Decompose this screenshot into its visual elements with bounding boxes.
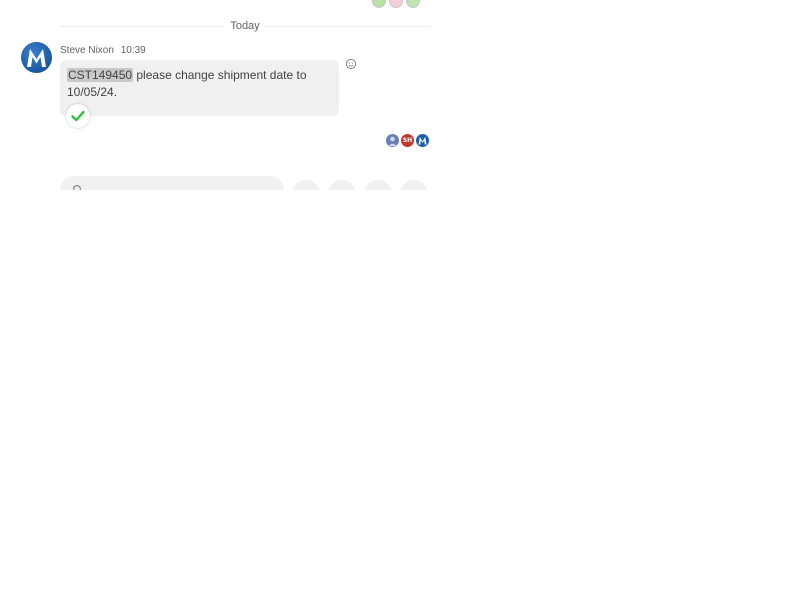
search-icon: [73, 185, 81, 190]
reference-highlight[interactable]: CST149450: [67, 68, 134, 82]
previous-reactions[interactable]: [372, 0, 420, 8]
message-body: CST149450 please change shipment date to…: [67, 67, 327, 101]
reaction-avatar-2: [389, 0, 403, 8]
reader-avatar: [416, 134, 429, 147]
person-icon: [388, 136, 397, 146]
compose-action-button-2[interactable]: [328, 180, 356, 190]
avatar[interactable]: [21, 42, 52, 73]
read-receipts[interactable]: SH: [386, 134, 429, 147]
status-badge: [66, 104, 90, 128]
compose-box[interactable]: [60, 176, 284, 190]
company-logo-icon: [418, 137, 427, 145]
reaction-avatar-3: [406, 0, 420, 8]
sender-name[interactable]: Steve Nixon: [60, 45, 114, 56]
smiley-icon: [345, 58, 357, 70]
add-reaction-button[interactable]: [345, 58, 357, 70]
date-separator: Today: [60, 18, 430, 34]
message-time: 10:39: [120, 45, 146, 56]
compose-action-button-1[interactable]: [292, 180, 320, 190]
reaction-avatar-1: [372, 0, 386, 8]
date-separator-label: Today: [224, 18, 266, 34]
compose-icon: [72, 184, 84, 190]
message-bubble[interactable]: CST149450 please change shipment date to…: [60, 60, 339, 116]
message-header: Steve Nixon 10:39: [60, 44, 146, 57]
compose-action-button-3[interactable]: [364, 180, 392, 190]
reader-initials: SH: [402, 137, 413, 144]
company-logo-icon: [27, 49, 46, 67]
reader-avatar: [386, 134, 399, 147]
chat-pane: Today Steve Nixon 10:39 CST149450 please…: [0, 0, 440, 190]
checkmark-icon: [71, 110, 85, 122]
reader-avatar: SH: [401, 134, 414, 147]
compose-action-button-4[interactable]: [400, 180, 428, 190]
screen: Today Steve Nixon 10:39 CST149450 please…: [0, 0, 792, 612]
